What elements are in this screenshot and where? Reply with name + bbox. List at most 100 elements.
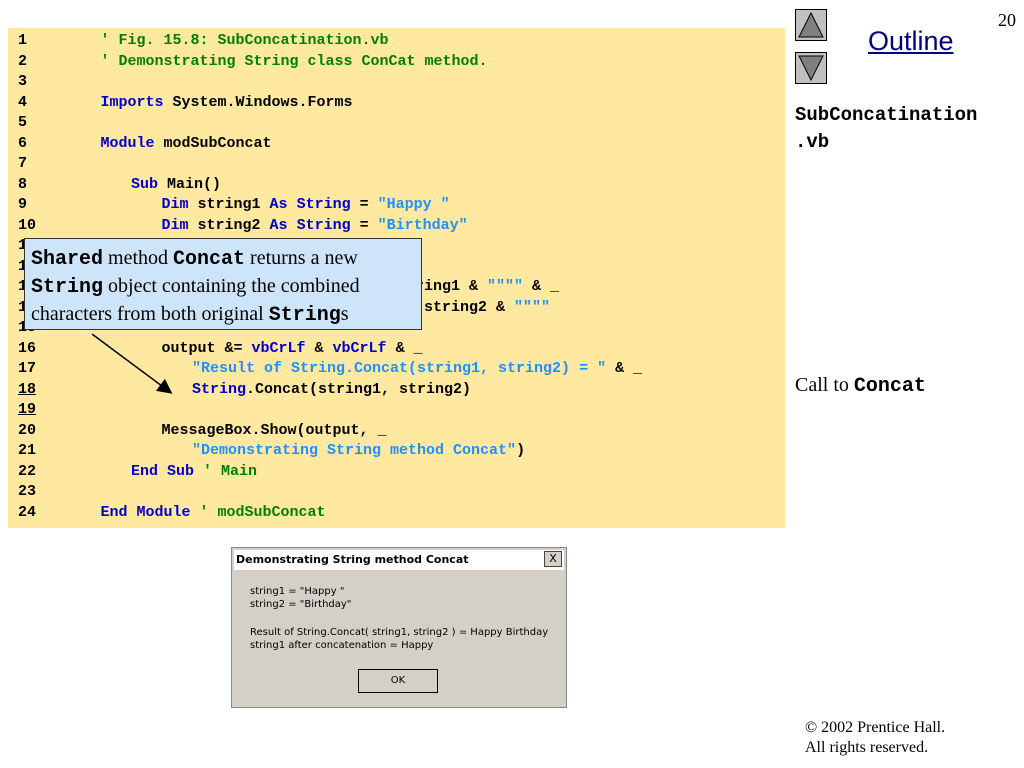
code-token: ' Demonstrating String class ConCat meth…	[100, 52, 488, 70]
code-line: 21 "Demonstrating String method Concat")	[18, 441, 525, 461]
code-content: Sub Main()	[70, 176, 221, 193]
copyright: © 2002 Prentice Hall. All rights reserve…	[805, 718, 945, 758]
code-content: string2 & """"	[424, 298, 550, 318]
code-token: ' modSubConcat	[199, 503, 326, 521]
code-token: Sub	[131, 175, 159, 193]
callout-code-shared: Shared	[31, 248, 104, 271]
code-line: 24 End Module ' modSubConcat	[18, 503, 326, 523]
code-line: 5	[18, 113, 70, 133]
callout-text: s	[340, 303, 349, 325]
line-number: 16	[18, 339, 37, 357]
code-line: 16 output &= vbCrLf & vbCrLf & _	[18, 339, 423, 359]
code-line: 22 End Sub ' Main	[18, 462, 257, 482]
line-number: 5	[18, 114, 28, 131]
message-line: Result of String.Concat( string1, string…	[250, 627, 549, 638]
copyright-line: All rights reserved.	[805, 739, 929, 756]
code-line: 19	[18, 400, 70, 420]
code-content: "Demonstrating String method Concat")	[70, 442, 525, 459]
code-token: & _	[386, 339, 423, 357]
code-token: As	[269, 216, 288, 234]
code-token: End Module	[100, 503, 191, 521]
code-line: 23	[18, 482, 70, 502]
code-token: As	[269, 196, 288, 213]
line-number: 21	[18, 442, 37, 459]
code-token: """"	[487, 278, 524, 295]
code-content: Dim string1 As String = "Happy "	[70, 196, 450, 213]
copyright-line: © 2002 Prentice Hall.	[805, 719, 946, 736]
code-token: Module	[100, 134, 155, 152]
ok-button[interactable]: OK	[358, 669, 438, 693]
code-token: MessageBox.Show(output, _	[161, 421, 387, 439]
side-note-code: Concat	[853, 375, 926, 398]
code-token: string2 &	[424, 298, 515, 316]
code-token: """"	[514, 298, 551, 316]
message-line: string1 = "Happy "	[250, 586, 345, 597]
code-token: & _	[523, 278, 560, 295]
side-note-text: Call to	[795, 374, 854, 396]
code-content: Dim string2 As String = "Birthday"	[70, 217, 468, 234]
code-token: vbCrLf	[251, 339, 306, 357]
nav-down-button[interactable]	[795, 52, 827, 84]
code-line: 20 MessageBox.Show(output, _	[18, 421, 387, 441]
code-content: ' Fig. 15.8: SubConcatination.vb	[70, 32, 389, 49]
message-line: string1 after concatenation = Happy	[250, 640, 434, 651]
code-line: 1 ' Fig. 15.8: SubConcatination.vb	[18, 31, 389, 51]
callout-code-concat: Concat	[173, 248, 246, 271]
side-note: Call to Concat	[795, 374, 926, 398]
line-number: 1	[18, 32, 28, 49]
line-number: 9	[18, 196, 28, 213]
code-content: ' Demonstrating String class ConCat meth…	[70, 53, 488, 70]
code-line: 17 "Result of String.Concat(string1, stri…	[18, 359, 642, 379]
file-name-ext: .vb	[795, 131, 830, 153]
line-number: 2	[18, 52, 28, 70]
code-content: "Result of String.Concat(string1, string…	[70, 360, 642, 377]
line-number: 23	[18, 483, 37, 500]
code-line: 4 Imports System.Windows.Forms	[18, 93, 353, 113]
file-name: SubConcatination .vb	[795, 102, 977, 156]
line-number: 7	[18, 155, 28, 172]
line-number: 19	[18, 401, 37, 418]
code-content: ring1 & """" & _	[415, 277, 559, 297]
nav-up-button[interactable]	[795, 9, 827, 41]
callout-note: Shared method Concat returns a new Strin…	[24, 238, 422, 330]
line-number: 17	[18, 360, 37, 377]
code-content: Imports System.Windows.Forms	[70, 94, 353, 111]
file-name-line: SubConcatination	[795, 104, 978, 126]
code-token: .Concat(string1, string2)	[246, 380, 472, 398]
triangle-down-icon	[798, 55, 824, 82]
triangle-up-icon	[798, 11, 824, 38]
outline-link[interactable]: Outline	[868, 26, 954, 57]
code-line: 3	[18, 72, 70, 92]
callout-code-string: String	[268, 304, 341, 327]
code-line: 2 ' Demonstrating String class ConCat met…	[18, 52, 488, 72]
code-token: System.Windows.Forms	[163, 93, 353, 111]
code-token: ' Main	[203, 462, 258, 480]
code-token: String	[192, 380, 247, 398]
code-line: 7	[18, 154, 70, 174]
line-number: 3	[18, 73, 28, 90]
code-token: "Result of String.Concat(string1, string…	[192, 360, 607, 377]
line-number: 20	[18, 421, 37, 439]
page-number: 20	[998, 10, 1016, 30]
code-token: =	[350, 216, 378, 234]
code-line: 18 String.Concat(string1, string2)	[18, 380, 471, 400]
code-line: 8 Sub Main()	[18, 175, 221, 195]
line-number: 18	[18, 380, 37, 398]
message-box-title: Demonstrating String method Concat	[234, 550, 564, 570]
code-token: output &=	[161, 339, 252, 357]
message-line: string2 = "Birthday"	[250, 599, 352, 610]
code-content: Module modSubConcat	[70, 135, 272, 152]
callout-text: returns a new	[245, 247, 358, 269]
code-token: Dim	[161, 196, 189, 213]
callout-code-string: String	[31, 276, 104, 299]
code-token: Dim	[161, 216, 189, 234]
code-token: End Sub	[131, 462, 195, 480]
close-icon[interactable]: X	[544, 551, 562, 567]
callout-text: method	[103, 247, 174, 269]
code-content: End Module ' modSubConcat	[70, 504, 326, 521]
line-number: 8	[18, 175, 28, 193]
